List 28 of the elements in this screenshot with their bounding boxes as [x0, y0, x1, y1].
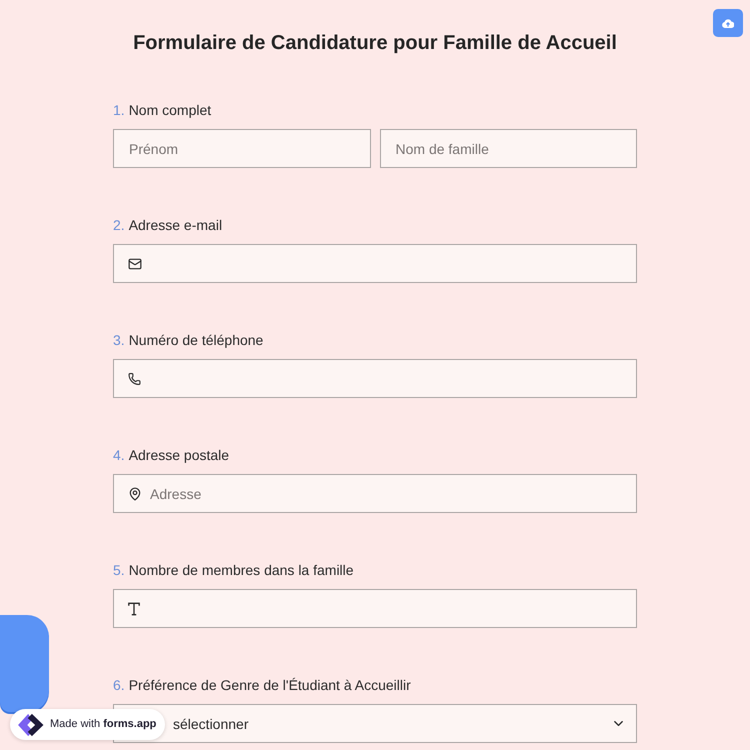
question-number: 4.	[113, 446, 125, 465]
question-label: Numéro de téléphone	[128, 331, 264, 350]
question-number: 2.	[113, 216, 125, 235]
upload-button[interactable]	[713, 9, 743, 37]
made-with-badge[interactable]: Made with forms.app	[10, 709, 166, 740]
phone-field[interactable]	[113, 359, 637, 398]
email-field[interactable]	[113, 244, 637, 283]
question-label: Nom complet	[128, 101, 212, 120]
floating-tab[interactable]	[0, 615, 49, 712]
phone-icon	[128, 372, 141, 385]
mail-icon	[128, 256, 142, 270]
question-label: Nombre de membres dans la famille	[128, 561, 354, 580]
question-number: 6.	[113, 676, 125, 695]
question-number: 3.	[113, 331, 125, 350]
cloud-upload-icon	[722, 18, 734, 28]
address-field[interactable]: Adresse	[113, 474, 637, 513]
form-title: Formulaire de Candidature pour Famille de Accueil	[133, 31, 617, 55]
question-label: Adresse e-mail	[128, 216, 222, 235]
question-label: Préférence de Genre de l'Étudiant à Accueillir	[128, 676, 411, 695]
question-label: Adresse postale	[128, 446, 230, 465]
text-icon	[128, 602, 140, 615]
name-field[interactable]: Nom de famille	[380, 129, 637, 168]
map-pin-icon	[128, 486, 142, 500]
question-number: 1.	[113, 101, 125, 120]
name-field[interactable]: Prénom	[113, 129, 370, 168]
logo-icon	[17, 712, 45, 736]
question-number: 5.	[113, 561, 125, 580]
text-field[interactable]	[113, 589, 637, 628]
